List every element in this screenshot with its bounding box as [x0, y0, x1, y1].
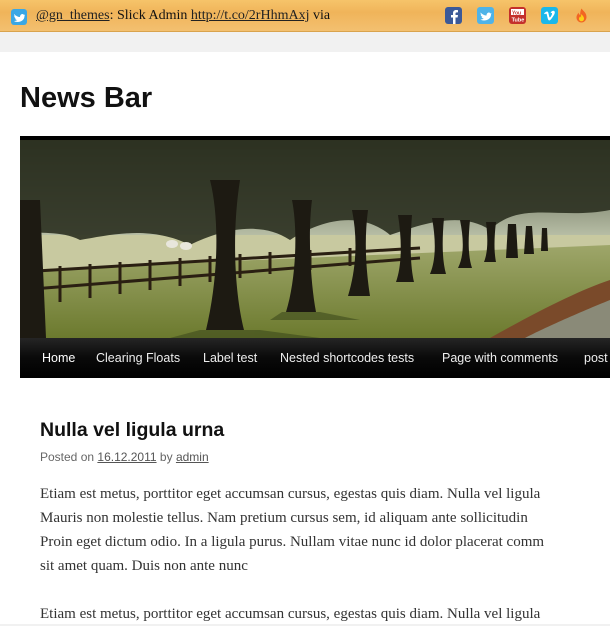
nav-item-post[interactable]: post — [584, 338, 608, 378]
ticker-trailing: via — [309, 8, 331, 23]
rss-icon[interactable] — [573, 7, 590, 24]
main-navigation: Home Clearing Floats Label test Nested s… — [20, 338, 610, 378]
twitter-handle-link[interactable]: @gn_themes — [36, 8, 110, 23]
nav-item-home[interactable]: Home — [42, 338, 75, 378]
svg-text:Tube: Tube — [512, 18, 525, 24]
posted-on-label: Posted on — [40, 450, 95, 464]
vimeo-icon[interactable] — [541, 7, 558, 24]
ticker-text: Slick Admin — [113, 8, 191, 23]
nav-item-nested-shortcodes-tests[interactable]: Nested shortcodes tests — [280, 338, 414, 378]
by-label: by — [159, 450, 173, 464]
post-paragraph-2: Etiam est metus, porttitor eget accumsan… — [40, 602, 610, 626]
nav-item-clearing-floats[interactable]: Clearing Floats — [96, 338, 180, 378]
paragraph-line: sit amet quam. Duis non ante nunc — [40, 558, 248, 574]
post-title[interactable]: Nulla vel ligula urna — [40, 419, 224, 442]
author-link[interactable]: admin — [176, 450, 209, 464]
paragraph-line: Etiam est metus, porttitor eget accumsan… — [40, 486, 541, 502]
nav-item-page-with-comments[interactable]: Page with comments — [442, 338, 558, 378]
twitter-icon[interactable] — [477, 7, 494, 24]
header-image — [20, 136, 610, 338]
tweet-link[interactable]: http://t.co/2rHhmAxj — [191, 8, 310, 23]
svg-text:You: You — [512, 10, 521, 16]
news-bar: @gn_themes: Slick Admin http://t.co/2rHh… — [0, 0, 610, 32]
nav-item-label-test[interactable]: Label test — [203, 338, 257, 378]
site-title[interactable]: News Bar — [20, 82, 152, 115]
post-meta: Posted on 16.12.2011 by admin — [40, 450, 209, 464]
paragraph-line: Etiam est metus, porttitor eget accumsan… — [40, 606, 541, 622]
twitter-bird-icon — [11, 9, 27, 25]
post-paragraph-1: Etiam est metus, porttitor eget accumsan… — [40, 482, 610, 578]
post-date-link[interactable]: 16.12.2011 — [97, 450, 156, 464]
facebook-icon[interactable] — [445, 7, 462, 24]
paragraph-line: Mauris non molestie tellus. Nam pretium … — [40, 510, 528, 526]
news-ticker: @gn_themes: Slick Admin http://t.co/2rHh… — [36, 8, 330, 24]
youtube-icon[interactable]: You Tube — [509, 7, 526, 24]
paragraph-line: Proin eget dictum odio. In a ligula puru… — [40, 534, 545, 550]
page-container: News Bar Home Clearing Floats Label test… — [0, 52, 610, 624]
